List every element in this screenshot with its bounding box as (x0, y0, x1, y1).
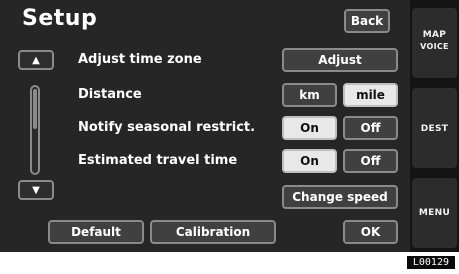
back-button[interactable]: Back (344, 9, 390, 33)
distance-label: Distance (78, 87, 142, 102)
change-speed-button[interactable]: Change speed (282, 185, 398, 209)
scrollbar[interactable] (30, 85, 40, 175)
scrollbar-thumb[interactable] (33, 89, 37, 129)
travel-time-off-button[interactable]: Off (343, 149, 398, 173)
menu-label: MENU (418, 208, 451, 218)
adjust-button[interactable]: Adjust (282, 48, 398, 72)
down-arrow-icon: ▼ (32, 184, 40, 196)
scroll-down-button[interactable]: ▼ (18, 180, 54, 200)
km-button[interactable]: km (282, 83, 337, 107)
figure-footer (0, 252, 459, 274)
notify-on-button[interactable]: On (282, 116, 337, 140)
map-voice-button[interactable]: MAP VOICE (412, 8, 457, 78)
calibration-button[interactable]: Calibration (150, 220, 276, 244)
page-title: Setup (22, 6, 98, 31)
mile-button[interactable]: mile (343, 83, 398, 107)
notify-off-button[interactable]: Off (343, 116, 398, 140)
up-arrow-icon: ▲ (32, 54, 40, 66)
dest-label: DEST (420, 124, 449, 134)
scroll-up-button[interactable]: ▲ (18, 50, 54, 70)
menu-button[interactable]: MENU (412, 178, 457, 248)
side-panel: MAP VOICE DEST MENU (410, 0, 459, 252)
voice-label: VOICE (420, 42, 449, 51)
map-label: MAP (422, 30, 447, 40)
notify-seasonal-restrict-label: Notify seasonal restrict. (78, 120, 256, 135)
ok-button[interactable]: OK (343, 220, 398, 244)
setup-screen: Setup Back ▲ ▼ Adjust time zone Adjust D… (0, 0, 410, 252)
dest-button[interactable]: DEST (412, 88, 457, 168)
default-button[interactable]: Default (48, 220, 144, 244)
adjust-time-zone-label: Adjust time zone (78, 52, 202, 67)
reference-code: L00129 (406, 256, 455, 269)
estimated-travel-time-label: Estimated travel time (78, 153, 238, 168)
travel-time-on-button[interactable]: On (282, 149, 337, 173)
